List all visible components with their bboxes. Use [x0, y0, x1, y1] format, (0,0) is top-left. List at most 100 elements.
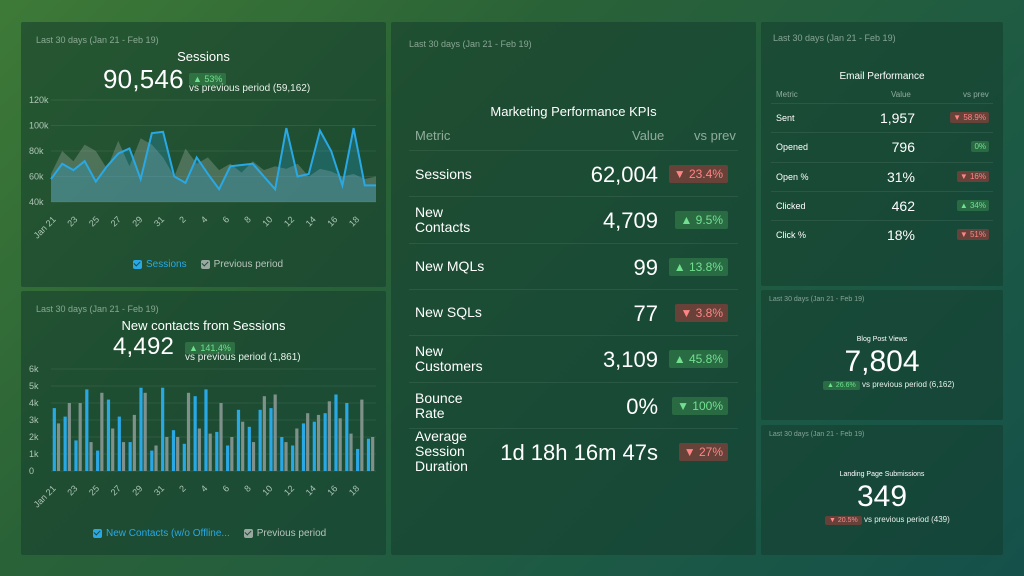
- email-row: Open % 31% ▼ 16%: [771, 161, 993, 191]
- legend-previous[interactable]: Previous period: [243, 528, 326, 539]
- kpi-row: New MQLs 99 ▲ 13.8%: [409, 242, 738, 289]
- landing-change: ▼ 20.5%: [825, 516, 862, 525]
- x-tick-label: 2: [177, 214, 188, 225]
- email-row-value: 31%: [886, 168, 915, 185]
- sessions-title: Sessions: [177, 49, 230, 64]
- bar-previous-period: [67, 403, 71, 471]
- kpi-row-name: New SQLs: [415, 304, 482, 321]
- y-tick-label: 3k: [29, 415, 39, 425]
- kpi-row-name: New Customers: [415, 343, 483, 375]
- bar-new-contacts: [171, 430, 176, 471]
- kpi-row-value: 1d 18h 16m 47s: [500, 439, 658, 465]
- bar-previous-period: [251, 442, 256, 471]
- x-tick-label: 16: [325, 214, 339, 228]
- email-row: Clicked 462 ▲ 34%: [771, 190, 993, 220]
- landing-value: 349: [856, 480, 908, 513]
- email-row-change: ▼ 16%: [956, 170, 989, 182]
- kpi-row-change: ▲ 45.8%: [668, 350, 728, 369]
- x-tick-label: 23: [65, 483, 79, 497]
- email-col-value: Value: [891, 90, 911, 99]
- x-tick-label: 23: [65, 214, 79, 228]
- legend-previous[interactable]: Previous period: [200, 259, 283, 270]
- checkbox-icon: [200, 260, 210, 269]
- bar-new-contacts: [150, 450, 154, 471]
- kpi-row-value: 62,004: [590, 162, 658, 187]
- kpi-row-value: 77: [633, 300, 658, 326]
- x-tick-label: Jan 21: [32, 483, 58, 509]
- bar-previous-period: [295, 428, 299, 471]
- email-row-name: Clicked: [776, 200, 806, 211]
- bar-new-contacts: [117, 416, 121, 471]
- x-tick-label: 2: [177, 483, 188, 494]
- email-row-change: ▼ 58.9%: [950, 112, 989, 123]
- kpi-row: Sessions 62,004 ▼ 23.4%: [409, 150, 738, 196]
- bar-previous-period: [360, 399, 364, 471]
- y-tick-label: 80k: [29, 146, 44, 156]
- kpi-title: Marketing Performance KPIs: [490, 104, 657, 119]
- kpi-row-change: ▲ 9.5%: [675, 211, 728, 230]
- bar-new-contacts: [204, 389, 208, 471]
- kpi-row-name: New MQLs: [415, 258, 485, 275]
- legend-sessions[interactable]: Sessions: [133, 259, 187, 270]
- y-tick-label: 2k: [29, 432, 39, 442]
- x-tick-label: 18: [347, 483, 361, 497]
- x-tick-label: 27: [109, 483, 123, 497]
- kpi-row-change: ▼ 27%: [678, 442, 728, 461]
- email-row-value: 462: [891, 197, 915, 214]
- y-tick-label: 40k: [29, 197, 44, 207]
- email-row-value: 796: [891, 139, 915, 156]
- kpi-row-value: 0%: [626, 393, 658, 419]
- bar-new-contacts: [280, 437, 284, 471]
- landing-panel: Last 30 days (Jan 21 - Feb 19) Landing P…: [761, 425, 1003, 555]
- x-tick-label: 18: [347, 214, 361, 228]
- bar-new-contacts: [52, 408, 56, 471]
- bar-new-contacts: [85, 389, 89, 471]
- bar-previous-period: [306, 413, 310, 471]
- x-tick-label: 4: [199, 214, 210, 225]
- y-tick-label: 60k: [29, 172, 44, 182]
- bar-new-contacts: [301, 423, 306, 471]
- bar-new-contacts: [258, 409, 262, 471]
- x-tick-label: 12: [282, 214, 296, 228]
- blog-change: ▲ 26.6%: [823, 381, 860, 390]
- bar-previous-period: [230, 437, 234, 471]
- bar-previous-period: [100, 392, 104, 471]
- email-row-change: ▼ 51%: [956, 229, 989, 241]
- bar-new-contacts: [226, 445, 230, 471]
- x-tick-label: 4: [199, 483, 210, 494]
- contacts-value: 4,492: [113, 333, 175, 360]
- email-period: Last 30 days (Jan 21 - Feb 19): [773, 33, 896, 43]
- bar-new-contacts: [291, 445, 295, 471]
- bar-previous-period: [241, 421, 245, 471]
- bar-previous-period: [371, 437, 375, 471]
- kpi-row-change: ▲ 13.8%: [668, 257, 728, 276]
- y-tick-label: 4k: [29, 398, 39, 408]
- bar-new-contacts: [269, 408, 273, 471]
- kpi-row-value: 99: [633, 254, 658, 280]
- x-tick-label: 14: [304, 214, 318, 228]
- bar-new-contacts: [193, 396, 197, 471]
- x-tick-label: 6: [221, 483, 232, 494]
- bar-new-contacts: [182, 443, 186, 471]
- landing-vs-previous: vs previous period (439): [863, 515, 950, 524]
- blog-value: 7,804: [844, 345, 920, 378]
- x-tick-label: 25: [87, 483, 101, 497]
- x-tick-label: 14: [304, 483, 318, 497]
- email-row-name: Opened: [776, 142, 809, 153]
- landing-change-row: ▼ 20.5% vs previous period (439): [825, 515, 950, 525]
- kpi-period: Last 30 days (Jan 21 - Feb 19): [409, 39, 532, 49]
- kpi-row: Average Session Duration 1d 18h 16m 47s ▼ …: [409, 427, 738, 474]
- bar-new-contacts: [215, 431, 219, 471]
- bar-previous-period: [338, 418, 342, 471]
- x-tick-label: 6: [221, 214, 232, 225]
- x-tick-label: 10: [260, 214, 274, 228]
- bar-previous-period: [132, 414, 136, 471]
- kpi-row-value: 4,709: [602, 208, 658, 234]
- kpi-col-vs: vs prev: [694, 128, 736, 143]
- legend-contacts[interactable]: New Contacts (w/o Offline...: [93, 528, 230, 539]
- bar-previous-period: [327, 401, 331, 471]
- sessions-legend: Sessions Previous period: [133, 259, 283, 270]
- bar-previous-period: [349, 433, 353, 471]
- kpi-row-change: ▼ 23.4%: [668, 165, 728, 183]
- contacts-title: New contacts from Sessions: [121, 318, 286, 333]
